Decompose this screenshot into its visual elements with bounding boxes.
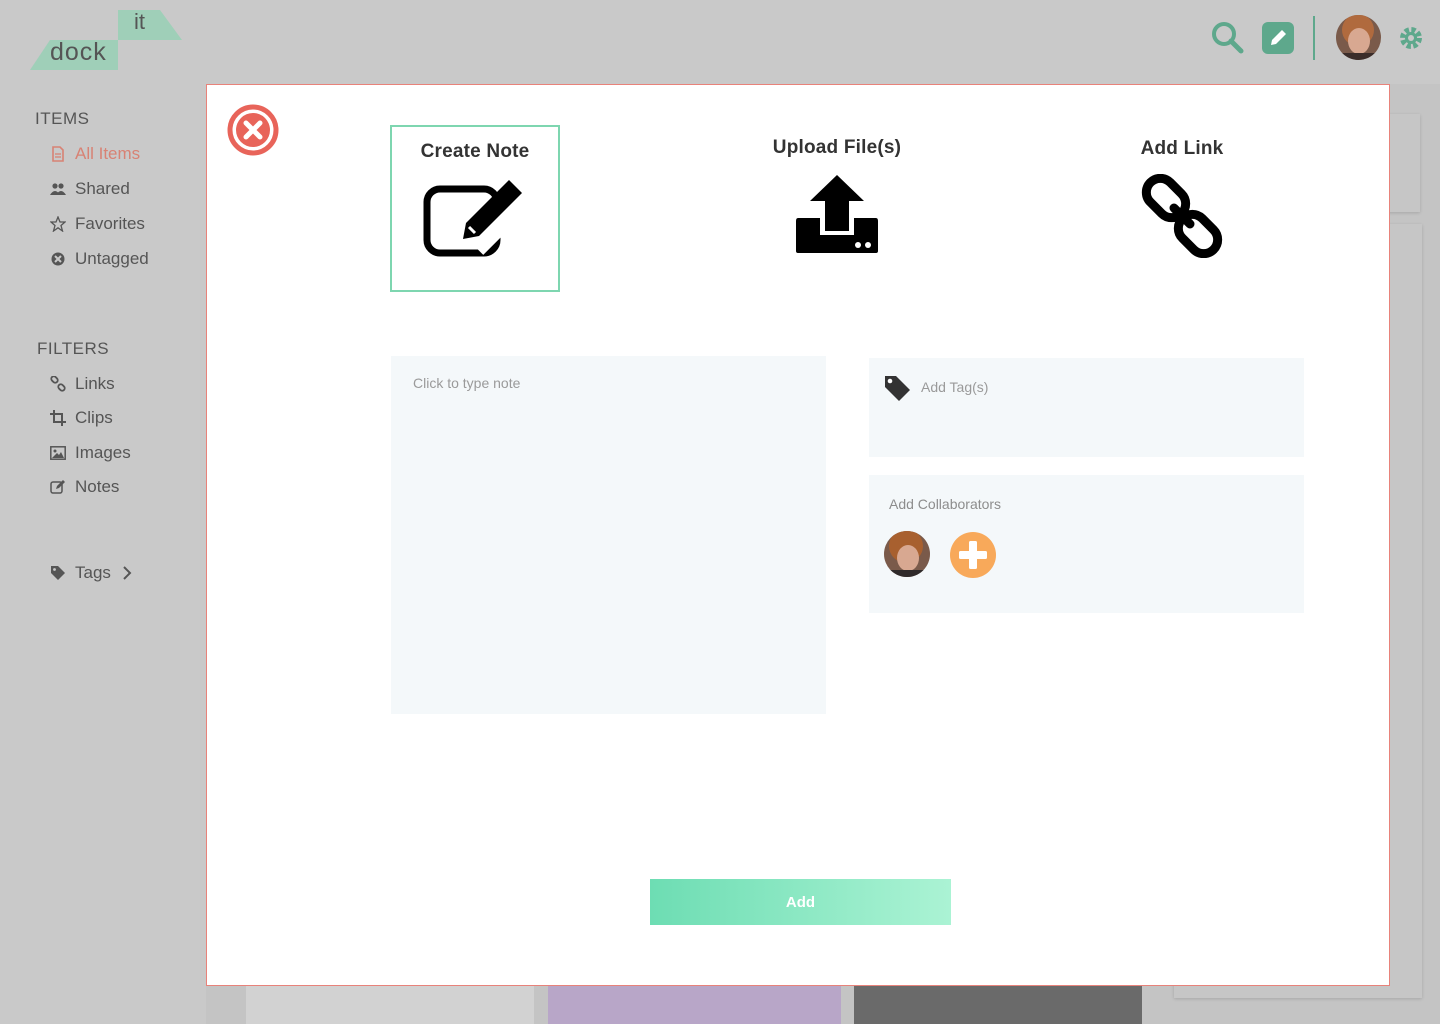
option-label: Add Link	[1140, 138, 1224, 159]
header-divider	[1313, 16, 1315, 60]
pencil-icon	[1271, 30, 1286, 45]
file-icon	[52, 146, 64, 162]
edit-note-icon	[423, 180, 527, 257]
sidebar-filter-links[interactable]: Links	[50, 372, 115, 396]
top-bar: dock it	[0, 0, 1440, 84]
untagged-icon	[51, 252, 65, 266]
option-upload-files[interactable]: Upload File(s)	[747, 137, 927, 287]
avatar-image	[1336, 15, 1381, 60]
tag-box	[869, 358, 1304, 457]
add-collaborator-icon[interactable]	[949, 531, 997, 579]
collaborators-title: Add Collaborators	[889, 496, 1002, 512]
sidebar-item-label: Favorites	[75, 214, 145, 233]
collaborator-avatar[interactable]	[884, 531, 930, 577]
chain-link-icon	[1141, 174, 1223, 258]
sidebar-item-label: Clips	[75, 408, 113, 427]
option-label: Upload File(s)	[772, 137, 902, 158]
option-add-link[interactable]: Add Link	[1112, 138, 1252, 288]
sidebar-filter-notes[interactable]: Notes	[50, 475, 119, 499]
close-icon[interactable]	[227, 104, 279, 156]
users-icon	[50, 183, 66, 195]
add-item-modal: Create Note Upload File(s) Add Link Clic…	[206, 84, 1390, 986]
compose-button[interactable]	[1262, 22, 1294, 54]
option-label: Create Note	[420, 141, 530, 162]
chevron-right-icon	[123, 566, 132, 580]
items-section-title: ITEMS	[35, 109, 90, 128]
sidebar-item-label: Shared	[75, 179, 130, 198]
collaborators-box: Add Collaborators	[869, 475, 1304, 613]
sidebar-filter-images[interactable]: Images	[50, 441, 131, 465]
tag-input[interactable]	[921, 375, 1281, 399]
bg-thumbnail	[854, 986, 1142, 1024]
filters-section-title: FILTERS	[37, 339, 110, 358]
image-icon	[50, 446, 66, 460]
bg-thumbnail	[246, 986, 534, 1024]
sidebar-item-label: Links	[75, 374, 115, 393]
logo-text-dock: dock	[50, 38, 107, 66]
gear-icon[interactable]	[1399, 26, 1423, 50]
sidebar-item-label: Images	[75, 443, 131, 462]
tag-icon	[885, 376, 910, 401]
sidebar-item-label: Untagged	[75, 249, 149, 268]
link-icon	[50, 376, 66, 392]
option-create-note[interactable]: Create Note	[390, 125, 560, 292]
tag-icon	[51, 566, 65, 580]
sidebar-item-shared[interactable]: Shared	[50, 177, 130, 201]
sidebar-filter-clips[interactable]: Clips	[50, 406, 113, 430]
sidebar-item-label: Notes	[75, 477, 120, 496]
sidebar-item-label: All Items	[75, 144, 141, 163]
avatar-image	[884, 531, 930, 577]
sidebar-item-favorites[interactable]: Favorites	[50, 212, 145, 236]
upload-icon	[796, 175, 878, 253]
sidebar-item-untagged[interactable]: Untagged	[50, 247, 149, 271]
add-button[interactable]: Add	[650, 879, 951, 925]
bg-thumbnail	[548, 986, 841, 1024]
sidebar-item-all-items[interactable]: All Items	[50, 142, 140, 166]
crop-icon	[50, 410, 66, 426]
note-textarea[interactable]	[391, 356, 826, 714]
sidebar: ITEMS All Items Shared Favorites Untagge…	[0, 84, 206, 1024]
user-avatar[interactable]	[1336, 15, 1381, 60]
search-icon[interactable]	[1210, 20, 1244, 54]
sidebar-tags[interactable]: Tags	[50, 561, 133, 585]
sidebar-item-label: Tags	[75, 563, 111, 582]
edit-icon	[50, 480, 65, 494]
star-icon	[50, 216, 66, 232]
logo-text-it: it	[134, 9, 145, 34]
